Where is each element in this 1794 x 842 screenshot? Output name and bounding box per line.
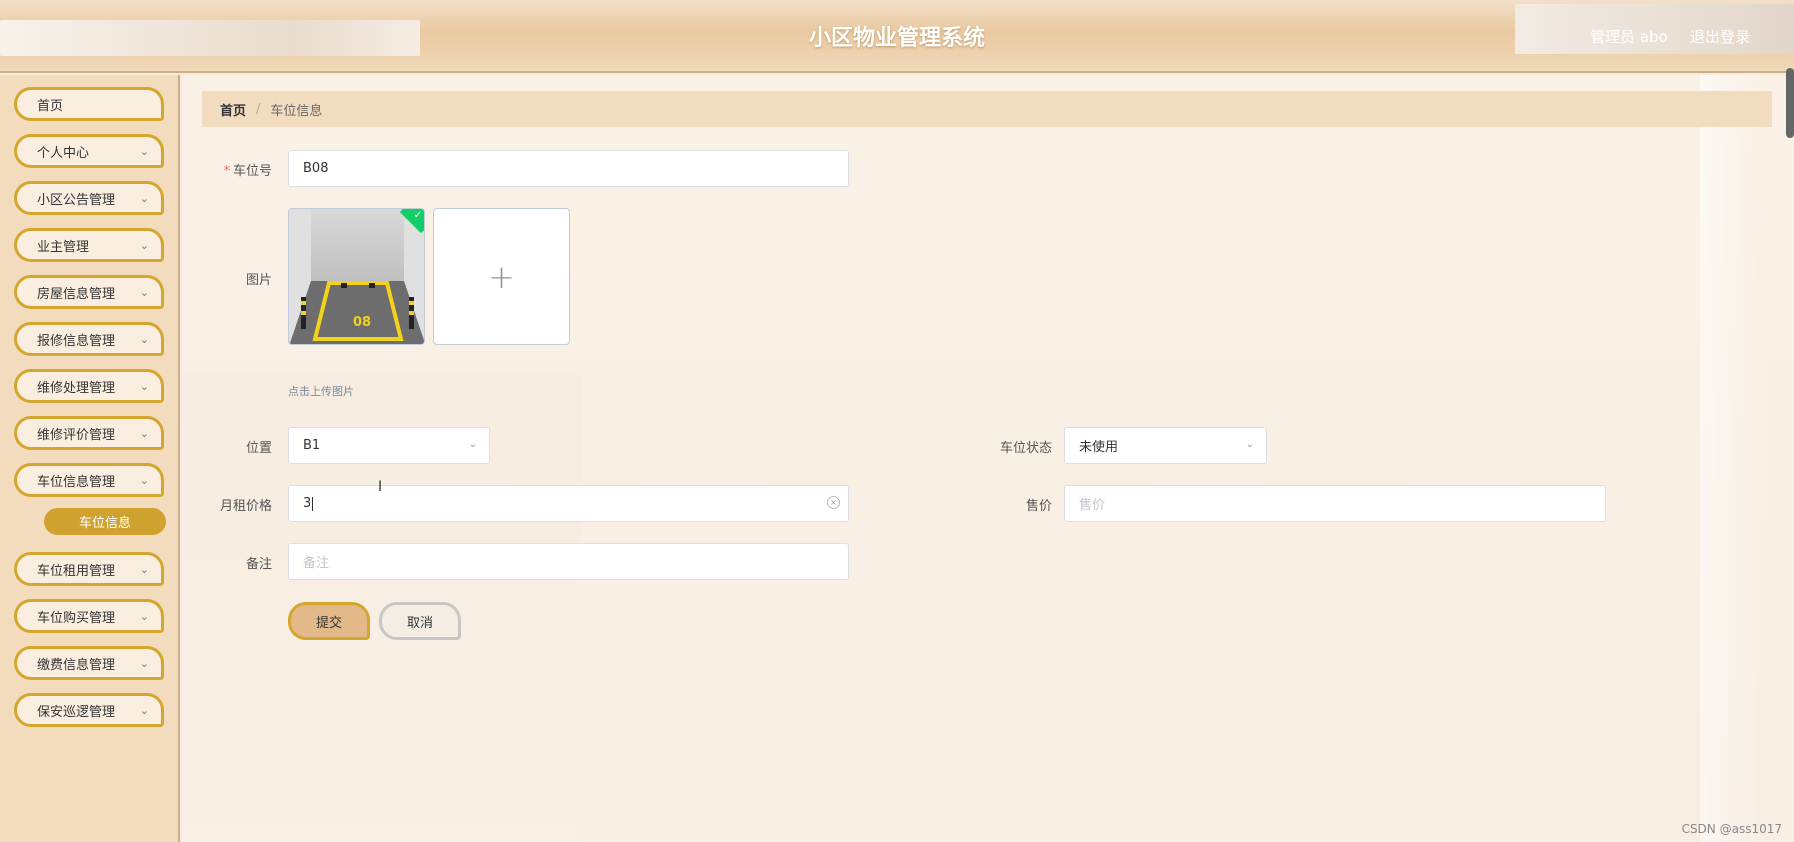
space-no-label: * 车位号 [223, 164, 272, 179]
background-decoration [1700, 75, 1764, 842]
sidebar-item-label: 个人中心 [37, 145, 90, 161]
check-icon: ✓ [413, 210, 422, 221]
sidebar: 首页 个人中心 ⌄ 小区公告管理 ⌄ 业主管理 ⌄ 房屋信息管理 ⌄ 报修信息管… [0, 75, 180, 842]
sidebar-item-label: 维修评价管理 [37, 427, 116, 443]
required-mark: * [223, 164, 230, 179]
sidebar-item-repair-review-management[interactable]: 维修评价管理 ⌄ [14, 416, 164, 450]
current-user: 管理员 abo [1590, 28, 1668, 46]
sidebar-item-parking-rental-management[interactable]: 车位租用管理 ⌄ [14, 552, 164, 586]
sidebar-item-label: 车位购买管理 [37, 610, 116, 626]
image-label: 图片 [245, 273, 272, 288]
chevron-down-icon: ⌄ [139, 145, 149, 158]
upload-button[interactable]: + [433, 208, 570, 345]
sidebar-item-notice-management[interactable]: 小区公告管理 ⌄ [14, 181, 164, 215]
sidebar-item-owner-management[interactable]: 业主管理 ⌄ [14, 228, 164, 262]
clear-icon[interactable]: × [827, 496, 840, 509]
location-label: 位置 [245, 441, 272, 456]
chevron-down-icon: ⌄ [139, 380, 149, 393]
cancel-button[interactable]: 取消 [379, 602, 461, 640]
text-caret [312, 496, 314, 511]
rent-label: 月租价格 [219, 499, 272, 514]
app-title: 小区物业管理系统 [808, 26, 985, 51]
submit-button[interactable]: 提交 [288, 602, 370, 640]
remark-input[interactable]: 备注 [288, 543, 849, 580]
status-select[interactable]: 未使用 ⌄ [1064, 427, 1267, 464]
chevron-down-icon: ⌄ [139, 704, 149, 717]
main-content: 首页 / 车位信息 * 车位号 B08 图片 08 ✓ + 点击上传图片 位置 … [182, 75, 1794, 842]
rent-input[interactable]: 3 × [288, 485, 849, 522]
sidebar-item-label: 维修处理管理 [37, 380, 116, 396]
sidebar-item-label: 车位租用管理 [37, 563, 116, 579]
app-header: 小区物业管理系统 管理员 abo 退出登录 [0, 0, 1794, 73]
status-label: 车位状态 [999, 441, 1052, 456]
sidebar-item-label: 报修信息管理 [37, 333, 116, 349]
sidebar-item-parking-info-management[interactable]: 车位信息管理 ⌄ [14, 463, 164, 497]
upload-tip: 点击上传图片 [288, 385, 354, 398]
sidebar-item-home[interactable]: 首页 [14, 87, 164, 121]
uploaded-image-thumbnail[interactable]: 08 ✓ [288, 208, 425, 345]
sidebar-item-personal-center[interactable]: 个人中心 ⌄ [14, 134, 164, 168]
sidebar-item-label: 保安巡逻管理 [37, 704, 116, 720]
location-select[interactable]: B1 ⌄ [288, 427, 490, 464]
sidebar-item-label: 房屋信息管理 [37, 286, 116, 302]
chevron-down-icon: ⌄ [139, 563, 149, 576]
chevron-down-icon: ⌄ [139, 239, 149, 252]
chevron-up-icon: ⌄ [139, 474, 149, 487]
chevron-down-icon: ⌄ [139, 333, 149, 346]
scrollbar[interactable] [1786, 68, 1794, 138]
sidebar-item-payment-management[interactable]: 缴费信息管理 ⌄ [14, 646, 164, 680]
price-input[interactable]: 售价 [1064, 485, 1606, 522]
chevron-down-icon: ⌄ [139, 286, 149, 299]
chevron-down-icon: ⌄ [139, 192, 149, 205]
sidebar-item-repair-handling-management[interactable]: 维修处理管理 ⌄ [14, 369, 164, 403]
breadcrumb-separator: / [256, 101, 261, 117]
sidebar-subitem-parking-info[interactable]: 车位信息 [44, 508, 166, 535]
breadcrumb-current: 车位信息 [270, 103, 323, 119]
chevron-down-icon: ⌄ [139, 657, 149, 670]
sidebar-item-label: 业主管理 [37, 239, 90, 255]
sidebar-item-label: 缴费信息管理 [37, 657, 116, 673]
sidebar-item-label: 车位信息管理 [37, 474, 116, 490]
breadcrumb-home[interactable]: 首页 [220, 100, 246, 119]
space-no-input[interactable]: B08 [288, 150, 849, 187]
parking-space-image: 08 [289, 209, 424, 344]
price-label: 售价 [1025, 499, 1052, 514]
watermark: CSDN @ass1017 [1681, 822, 1782, 836]
thumb-label: 08 [353, 315, 371, 330]
sidebar-item-repair-report-management[interactable]: 报修信息管理 ⌄ [14, 322, 164, 356]
sidebar-item-label: 小区公告管理 [37, 192, 116, 208]
sidebar-item-parking-purchase-management[interactable]: 车位购买管理 ⌄ [14, 599, 164, 633]
logout-button[interactable]: 退出登录 [1690, 26, 1750, 47]
chevron-down-icon: ⌄ [139, 610, 149, 623]
mouse-ibeam-cursor-icon: I [378, 479, 383, 495]
sidebar-item-security-patrol-management[interactable]: 保安巡逻管理 ⌄ [14, 693, 164, 727]
sidebar-item-house-management[interactable]: 房屋信息管理 ⌄ [14, 275, 164, 309]
chevron-down-icon: ⌄ [468, 439, 477, 450]
sidebar-item-label: 首页 [37, 98, 64, 114]
chevron-down-icon: ⌄ [139, 427, 149, 440]
chevron-down-icon: ⌄ [1245, 439, 1254, 450]
breadcrumb: 首页 / 车位信息 [202, 91, 1772, 127]
remark-label: 备注 [245, 557, 272, 572]
